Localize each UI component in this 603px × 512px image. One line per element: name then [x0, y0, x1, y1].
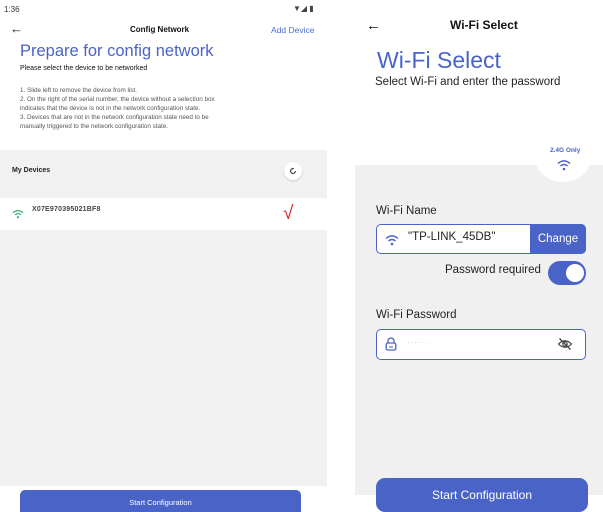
toggle-knob: [566, 264, 584, 282]
refresh-icon: [290, 167, 296, 174]
nav-title: Wi-Fi Select: [450, 18, 518, 32]
device-row[interactable]: [0, 198, 327, 230]
device-serial: X07E970395021BF8: [32, 206, 101, 213]
start-configuration-button[interactable]: Start Configuration: [20, 490, 301, 512]
wifi-icon: [12, 206, 24, 224]
wifi-icon: [557, 158, 571, 176]
status-icons: ▼◢ ▮: [293, 4, 314, 13]
back-arrow-icon[interactable]: ←: [10, 22, 23, 35]
password-required-label: Password required: [445, 264, 541, 276]
change-wifi-button[interactable]: Change: [530, 224, 586, 254]
instruction-line: manually triggered to the network config…: [20, 122, 169, 130]
status-time: 1:36: [4, 5, 20, 14]
wifi-name-label: Wi-Fi Name: [376, 205, 437, 217]
eye-off-icon[interactable]: [557, 337, 573, 356]
wifi-password-label: Wi-Fi Password: [376, 309, 457, 321]
page-title: Wi-Fi Select: [377, 47, 501, 73]
wifi-icon: [385, 233, 399, 251]
my-devices-header: My Devices: [12, 167, 51, 174]
page-title: Prepare for config network: [20, 42, 214, 60]
nav-title: Config Network: [130, 25, 190, 34]
add-device-link[interactable]: Add Device: [271, 25, 314, 35]
back-arrow-icon[interactable]: ←: [366, 18, 381, 33]
selected-check-icon[interactable]: √: [283, 204, 293, 223]
wifi-name-value: "TP-LINK_45DB": [408, 231, 496, 243]
instruction-line: 1. Slide left to remove the device from …: [20, 87, 137, 94]
wifi-select-screen: ← Wi-Fi Select Wi-Fi Select Select Wi-Fi…: [355, 0, 603, 512]
lock-icon: [385, 337, 397, 356]
page-subtitle: Please select the device to be networked: [20, 65, 148, 72]
password-mask: ······: [407, 338, 429, 347]
instructions: 1. Slide left to remove the device from …: [20, 87, 320, 132]
instruction-line: 3. Devices that are not in the network c…: [20, 113, 209, 121]
instruction-line: indicates that the device is not in the …: [20, 104, 201, 112]
band-badge-label: 2.4G Only: [550, 147, 581, 154]
page-subtitle: Select Wi-Fi and enter the password: [375, 76, 561, 88]
config-network-screen: 1:36 ▼◢ ▮ ← Config Network Add Device Pr…: [0, 0, 327, 512]
start-configuration-button[interactable]: Start Configuration: [376, 478, 588, 512]
instruction-line: 2. On the right of the serial number, th…: [20, 95, 215, 103]
refresh-button[interactable]: [284, 162, 302, 180]
